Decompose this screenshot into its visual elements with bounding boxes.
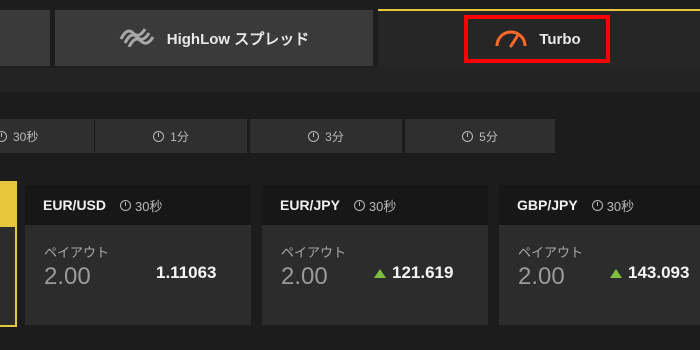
highlow-stripes-icon	[119, 25, 157, 52]
payout-value: 2.00	[281, 263, 328, 290]
payout-value: 2.00	[44, 263, 91, 290]
card-header: EUR/JPY 30秒	[262, 185, 488, 225]
tab-highlow-spread[interactable]: HighLow スプレッド	[55, 10, 373, 66]
card-duration-text: 30秒	[606, 198, 635, 214]
duration-label: 5分	[479, 129, 498, 144]
turbo-highlight-box: Turbo	[464, 15, 610, 63]
clock-icon	[591, 199, 603, 211]
duration-tab-30s[interactable]: 30秒	[0, 119, 94, 153]
payout-value: 2.00	[518, 263, 565, 290]
card-duration: 30秒	[591, 196, 635, 215]
tab-turbo-label: Turbo	[539, 30, 581, 48]
asset-pair: EUR/JPY	[280, 197, 340, 213]
duration-label: 30秒	[13, 129, 39, 144]
card-duration-text: 30秒	[135, 198, 163, 214]
clock-icon	[153, 130, 165, 142]
duration-tab-5m[interactable]: 5分	[405, 119, 555, 153]
up-arrow-icon	[374, 268, 386, 278]
rate-value: 143.093	[610, 263, 689, 283]
speedometer-icon	[493, 26, 529, 53]
rate-text: 143.093	[628, 263, 690, 282]
duration-label: 3分	[325, 129, 344, 144]
tab-previous[interactable]	[0, 10, 50, 66]
card-header: GBP/JPY 30秒	[499, 185, 700, 225]
asset-pair: EUR/USD	[43, 197, 107, 213]
duration-tab-3m[interactable]: 3分	[250, 119, 402, 153]
asset-card-eurjpy[interactable]: EUR/JPY 30秒 ペイアウト 2.00 121.619	[262, 185, 488, 325]
rate-text: 121.619	[392, 263, 454, 282]
card-duration-text: 30秒	[368, 198, 397, 214]
payout-label: ペイアウト	[518, 245, 584, 260]
rate-value: 121.619	[374, 263, 453, 283]
asset-card-eurusd[interactable]: EUR/USD 30秒 ペイアウト 2.00 1.11063	[25, 185, 251, 325]
clock-icon	[353, 199, 365, 211]
selected-card-header	[0, 183, 15, 227]
rate-text: 1.11063	[156, 263, 217, 282]
clock-icon	[120, 199, 132, 211]
panel-header-strip	[0, 68, 700, 92]
tab-highlow-label: HighLow スプレッド	[166, 30, 310, 48]
payout-label: ペイアウト	[44, 245, 110, 260]
card-duration: 30秒	[120, 196, 162, 215]
asset-card-gbpjpy[interactable]: GBP/JPY 30秒 ペイアウト 2.00 143.093	[499, 185, 700, 325]
card-header: EUR/USD 30秒	[25, 185, 251, 225]
up-arrow-icon	[610, 268, 622, 278]
card-duration: 30秒	[353, 196, 397, 215]
duration-tab-1m[interactable]: 1分	[95, 119, 247, 153]
tab-turbo[interactable]: Turbo	[378, 9, 700, 71]
clock-icon	[0, 130, 7, 142]
clock-icon	[308, 130, 320, 142]
duration-label: 1分	[170, 129, 189, 144]
rate-value: 1.11063	[156, 263, 217, 283]
clock-icon	[462, 130, 474, 142]
selected-card-edge[interactable]	[0, 181, 17, 327]
asset-pair: GBP/JPY	[517, 197, 578, 213]
payout-label: ペイアウト	[281, 245, 347, 260]
